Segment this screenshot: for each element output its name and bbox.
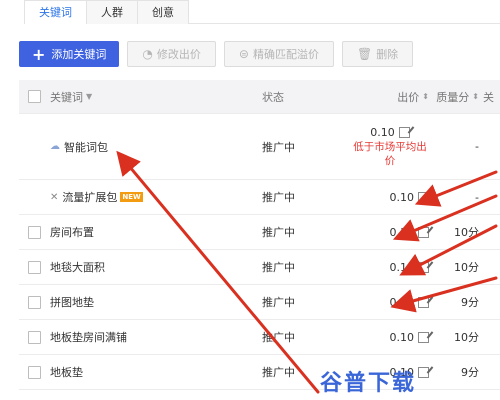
keyword-name: 智能词包 bbox=[64, 140, 108, 154]
edit-icon[interactable] bbox=[418, 226, 429, 238]
status-text: 推广中 bbox=[262, 261, 295, 274]
precise-match-label: 精确匹配溢价 bbox=[252, 48, 319, 61]
table-row: ✕ 流量扩展包 NEW 推广中 0.10 - bbox=[19, 180, 500, 215]
edit-icon[interactable] bbox=[418, 296, 429, 308]
header-truncated: 关 bbox=[483, 90, 494, 104]
sort-icon[interactable]: ⬍ bbox=[422, 92, 429, 101]
quality-score: 10分 bbox=[454, 261, 479, 274]
status-text: 推广中 bbox=[262, 140, 295, 154]
table-header: 关键词 ▼ 状态 出价 ⬍ 质量分 ⬍ 关 bbox=[19, 80, 500, 114]
select-all-checkbox[interactable] bbox=[28, 90, 41, 103]
quality-score: - bbox=[475, 140, 479, 153]
toolbar: + 添加关键词 ◔ 修改出价 ⊜ 精确匹配溢价 🗑 删除 bbox=[19, 41, 414, 67]
trash-icon: 🗑 bbox=[356, 47, 373, 61]
row-checkbox[interactable] bbox=[28, 295, 41, 309]
edit-bid-label: 修改出价 bbox=[156, 48, 201, 61]
watermark-logo: 谷普下载 bbox=[320, 371, 417, 396]
add-keyword-label: 添加关键词 bbox=[51, 48, 107, 61]
cloud-icon: ☁ bbox=[50, 141, 60, 152]
delete-button[interactable]: 🗑 删除 bbox=[341, 41, 414, 67]
edit-icon[interactable] bbox=[418, 366, 429, 378]
expand-icon: ✕ bbox=[50, 191, 59, 203]
delete-label: 删除 bbox=[376, 48, 399, 61]
filter-icon[interactable]: ▼ bbox=[86, 92, 92, 101]
table-row: ☁ 智能词包 推广中 0.10 低于市场平均出价 - bbox=[19, 114, 500, 180]
table-row: 拼图地垫 推广中 0.10 9分 bbox=[19, 285, 500, 320]
header-quality[interactable]: 质量分 bbox=[436, 89, 469, 105]
quality-score: 9分 bbox=[461, 296, 479, 309]
tab-keywords[interactable]: 关键词 bbox=[24, 0, 87, 24]
tab-audience[interactable]: 人群 bbox=[86, 0, 138, 24]
keyword-name: 流量扩展包 bbox=[62, 191, 118, 204]
clock-icon: ◔ bbox=[142, 47, 153, 61]
table-row: 地板垫房间满铺 推广中 0.10 10分 bbox=[19, 320, 500, 355]
quality-score: 10分 bbox=[454, 331, 479, 344]
tab-creative[interactable]: 创意 bbox=[137, 0, 189, 24]
tab-bar: 关键词 人群 创意 bbox=[24, 0, 500, 24]
quality-score: - bbox=[475, 190, 479, 204]
plus-icon: + bbox=[32, 44, 46, 64]
status-text: 推广中 bbox=[262, 331, 295, 344]
header-bid[interactable]: 出价 bbox=[397, 89, 419, 105]
keyword-name: 地板垫 bbox=[50, 366, 83, 379]
keyword-table: 关键词 ▼ 状态 出价 ⬍ 质量分 ⬍ 关 ☁ 智能词包 推广中 0.10 低于… bbox=[19, 80, 500, 390]
precise-match-button[interactable]: ⊜ 精确匹配溢价 bbox=[223, 41, 334, 67]
row-checkbox[interactable] bbox=[28, 225, 41, 239]
table-row: 房间布置 推广中 0.10 10分 bbox=[19, 215, 500, 250]
bid-value: 0.10 bbox=[370, 125, 395, 139]
bid-warning: 低于市场平均出价 bbox=[353, 140, 427, 167]
new-badge: NEW bbox=[120, 192, 143, 202]
add-keyword-button[interactable]: + 添加关键词 bbox=[19, 41, 120, 67]
keyword-name: 房间布置 bbox=[50, 226, 94, 239]
quality-score: 10分 bbox=[454, 226, 479, 239]
sort-icon[interactable]: ⬍ bbox=[472, 92, 479, 101]
bid-value: 0.10 bbox=[389, 225, 415, 239]
status-text: 推广中 bbox=[262, 366, 295, 379]
bid-value: 0.10 bbox=[389, 190, 415, 204]
bid-value: 0.10 bbox=[389, 260, 415, 274]
edit-icon[interactable] bbox=[398, 127, 410, 138]
row-checkbox[interactable] bbox=[28, 365, 41, 379]
header-status: 状态 bbox=[262, 90, 284, 104]
dollar-icon: ⊜ bbox=[238, 47, 249, 61]
edit-icon[interactable] bbox=[418, 331, 429, 343]
edit-icon[interactable] bbox=[418, 261, 429, 273]
edit-bid-button[interactable]: ◔ 修改出价 bbox=[127, 41, 216, 67]
row-checkbox[interactable] bbox=[28, 330, 41, 344]
table-row: 地板垫 推广中 0.10 9分 bbox=[19, 355, 500, 390]
status-text: 推广中 bbox=[262, 191, 295, 204]
quality-score: 9分 bbox=[461, 366, 479, 379]
header-keyword: 关键词 bbox=[50, 90, 83, 104]
bid-value: 0.10 bbox=[389, 330, 415, 344]
keyword-name: 拼图地垫 bbox=[50, 296, 94, 309]
bid-value: 0.10 bbox=[389, 295, 415, 309]
table-row: 地毯大面积 推广中 0.10 10分 bbox=[19, 250, 500, 285]
row-checkbox[interactable] bbox=[28, 260, 41, 274]
keyword-name: 地毯大面积 bbox=[50, 261, 105, 274]
status-text: 推广中 bbox=[262, 296, 295, 309]
status-text: 推广中 bbox=[262, 226, 295, 239]
edit-icon[interactable] bbox=[418, 191, 429, 203]
keyword-name: 地板垫房间满铺 bbox=[50, 331, 127, 344]
